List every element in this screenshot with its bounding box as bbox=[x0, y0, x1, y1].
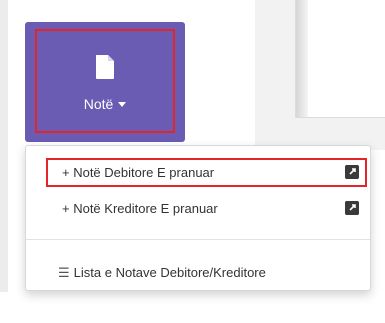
external-link-icon[interactable] bbox=[345, 201, 359, 215]
background-left-strip bbox=[0, 0, 8, 323]
menu-item-label: Lista e Notave Debitore/Kreditore bbox=[73, 265, 266, 280]
list-icon: ☰ bbox=[58, 265, 70, 280]
background-bottom bbox=[0, 292, 385, 323]
menu-divider bbox=[26, 239, 370, 240]
background-content-panel bbox=[295, 0, 385, 118]
menu-item-highlight bbox=[46, 158, 367, 187]
note-button-highlight bbox=[35, 29, 175, 133]
note-dropdown-menu: + Notë Debitore E pranuar + Notë Kredito… bbox=[25, 145, 371, 291]
menu-item-notes-list[interactable]: ☰ Lista e Notave Debitore/Kreditore bbox=[26, 258, 370, 286]
menu-item-label: + Notë Kreditore E pranuar bbox=[62, 201, 218, 216]
menu-item-label-row: ☰ Lista e Notave Debitore/Kreditore bbox=[58, 265, 266, 281]
menu-item-credit-note[interactable]: + Notë Kreditore E pranuar bbox=[26, 194, 370, 222]
